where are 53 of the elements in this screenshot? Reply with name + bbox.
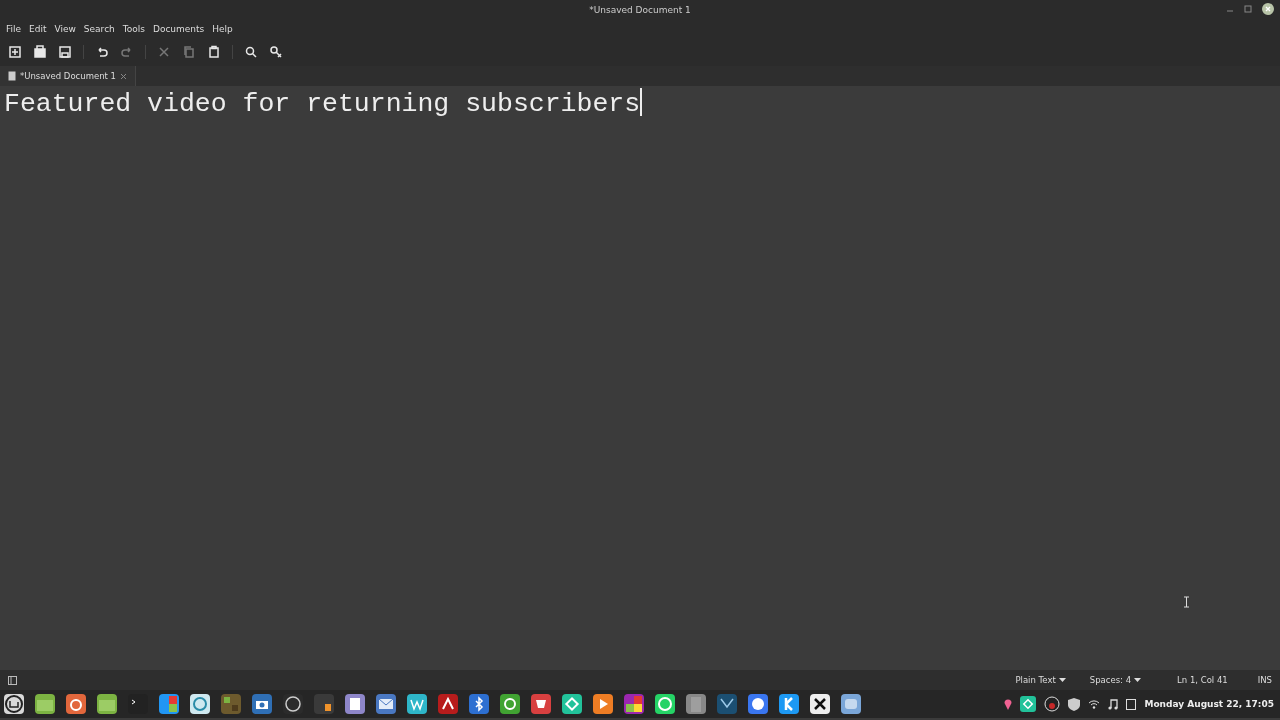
caret-icon xyxy=(1058,678,1066,682)
copy-icon[interactable] xyxy=(182,45,196,59)
window-title: *Unsaved Document 1 xyxy=(589,5,691,15)
folder-icon[interactable] xyxy=(35,694,55,714)
blocks-icon[interactable] xyxy=(221,694,241,714)
editor-text[interactable]: Featured video for returning subscribers xyxy=(4,86,641,122)
document-tab[interactable]: *Unsaved Document 1 xyxy=(0,66,136,86)
menu-item[interactable]: Search xyxy=(79,24,119,34)
record-icon[interactable] xyxy=(1044,696,1061,712)
save-icon[interactable] xyxy=(58,45,72,59)
cursor-position: Ln 1, Col 41 xyxy=(1177,675,1228,685)
caret-icon xyxy=(1134,678,1142,682)
menu-item[interactable]: Tools xyxy=(118,24,149,34)
tiles-icon[interactable] xyxy=(159,694,179,714)
menu-item[interactable]: View xyxy=(50,24,80,34)
bubble-icon[interactable] xyxy=(748,694,768,714)
maximize-icon[interactable] xyxy=(1244,5,1252,13)
palette-icon[interactable] xyxy=(624,694,644,714)
wifi-icon[interactable] xyxy=(1088,699,1101,709)
window-icon[interactable] xyxy=(841,694,861,714)
pin-icon[interactable] xyxy=(1004,698,1013,710)
insert-mode: INS xyxy=(1257,675,1272,685)
x-icon[interactable] xyxy=(810,694,830,714)
undo-icon[interactable] xyxy=(95,45,109,59)
text-cursor xyxy=(640,88,643,116)
menu-item[interactable]: Edit xyxy=(25,24,51,34)
new-document-icon[interactable] xyxy=(8,45,22,59)
shield-icon[interactable] xyxy=(1068,697,1081,711)
folder-icon[interactable] xyxy=(97,694,117,714)
camera-icon[interactable] xyxy=(252,694,272,714)
cut-icon[interactable] xyxy=(157,45,171,59)
search-icon[interactable] xyxy=(244,45,258,59)
paste-icon[interactable] xyxy=(207,45,221,59)
mail-icon[interactable] xyxy=(376,694,396,714)
editor-icon[interactable] xyxy=(345,694,365,714)
indent-dropdown[interactable]: Spaces: 4 xyxy=(1083,674,1148,686)
play-icon[interactable] xyxy=(593,694,613,714)
menu-item[interactable]: Documents xyxy=(148,24,209,34)
menu-item[interactable]: Help xyxy=(208,24,237,34)
k-icon[interactable] xyxy=(779,694,799,714)
clock[interactable]: Monday August 22, 17:05 xyxy=(1144,699,1274,709)
music-icon[interactable] xyxy=(1108,698,1119,710)
bluetooth-icon[interactable] xyxy=(469,694,489,714)
mouse-cursor-icon xyxy=(1183,596,1190,608)
redo-icon[interactable] xyxy=(120,45,134,59)
tab-label: *Unsaved Document 1 xyxy=(20,71,116,81)
document-icon xyxy=(8,71,16,81)
sidebar-toggle-icon[interactable] xyxy=(8,675,17,685)
close-icon[interactable] xyxy=(1262,3,1274,15)
menu-item[interactable]: File xyxy=(2,24,26,34)
replace-icon[interactable] xyxy=(269,45,283,59)
wave-icon[interactable] xyxy=(407,694,427,714)
language-dropdown[interactable]: Plain Text xyxy=(1009,674,1072,686)
